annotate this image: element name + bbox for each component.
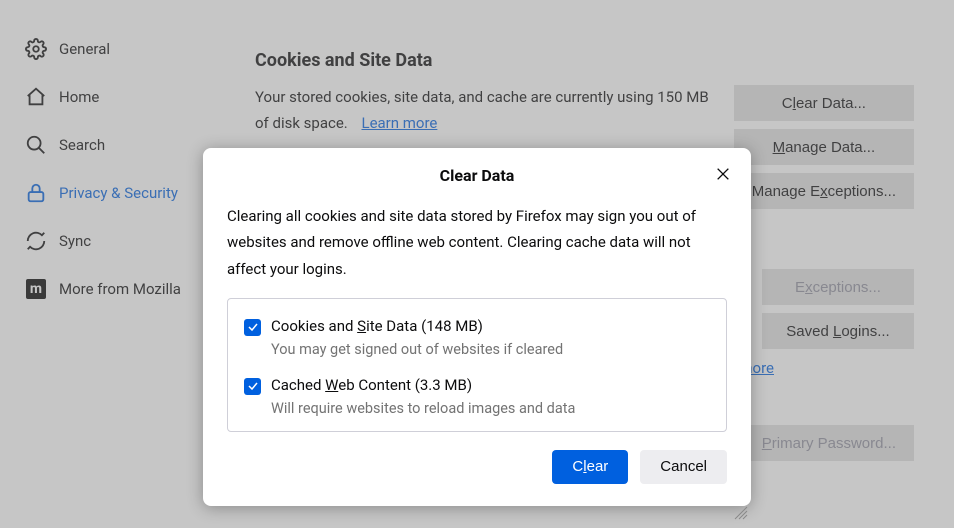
option-sublabel: You may get signed out of websites if cl…	[271, 341, 563, 358]
resize-handle-icon[interactable]	[734, 506, 748, 524]
option-label: Cached Web Content (3.3 MB)	[271, 376, 575, 394]
checkbox-cookies[interactable]	[244, 319, 261, 336]
clear-data-dialog: Clear Data Clearing all cookies and site…	[203, 148, 751, 506]
option-label: Cookies and Site Data (148 MB)	[271, 317, 563, 335]
dialog-body: Clearing all cookies and site data store…	[227, 203, 727, 282]
close-button[interactable]	[711, 162, 735, 186]
options-group: Cookies and Site Data (148 MB) You may g…	[227, 298, 727, 432]
clear-button[interactable]: Clear	[552, 450, 628, 484]
cancel-button[interactable]: Cancel	[640, 450, 727, 484]
option-cookies[interactable]: Cookies and Site Data (148 MB) You may g…	[244, 317, 710, 358]
checkbox-cache[interactable]	[244, 378, 261, 395]
dialog-title: Clear Data	[227, 166, 727, 185]
option-sublabel: Will require websites to reload images a…	[271, 400, 575, 417]
option-cache[interactable]: Cached Web Content (3.3 MB) Will require…	[244, 376, 710, 417]
